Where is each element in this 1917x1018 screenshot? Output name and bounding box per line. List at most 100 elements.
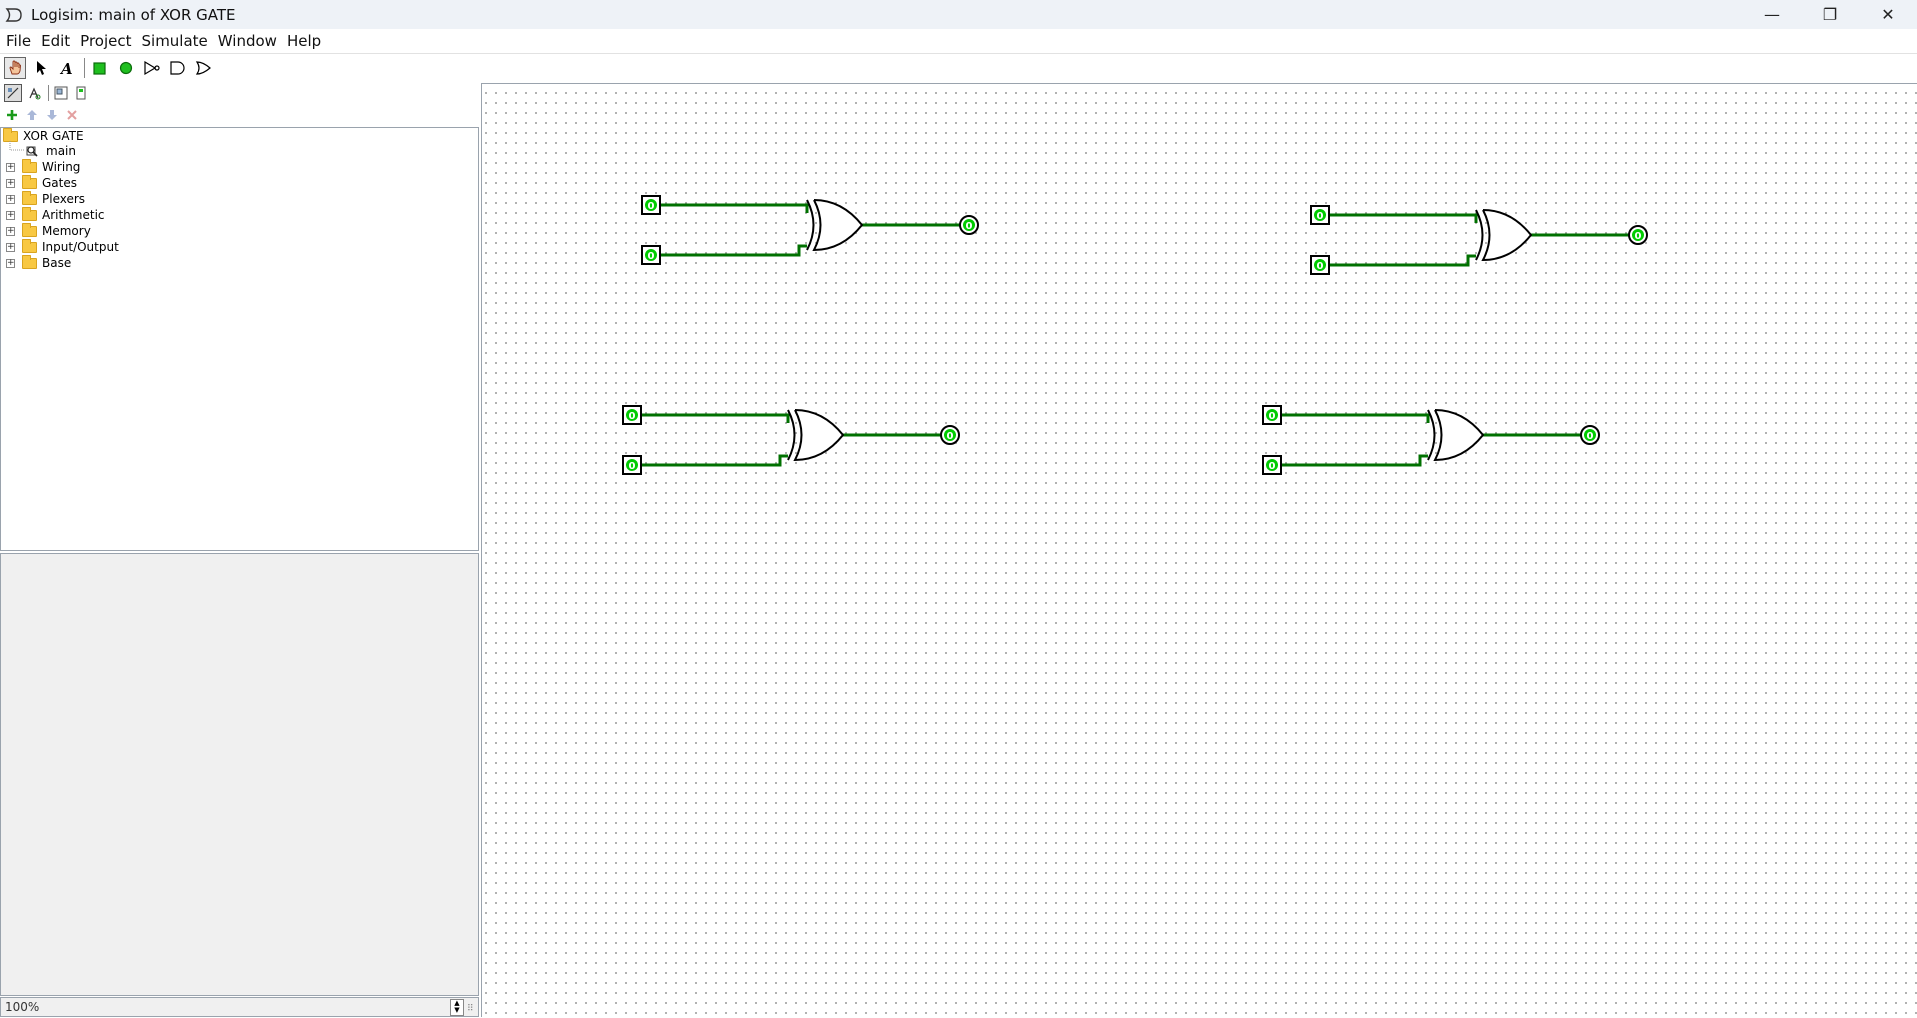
- simulation-tree-icon: [29, 87, 41, 100]
- appearance-icon: [76, 86, 86, 100]
- delete-x-icon: [67, 110, 77, 120]
- zoom-spinner[interactable]: ▲ ▼: [450, 999, 464, 1016]
- menu-window[interactable]: Window: [213, 32, 282, 50]
- menu-project[interactable]: Project: [75, 32, 136, 50]
- output-pin-icon: [119, 61, 133, 75]
- poke-tool-button[interactable]: [4, 57, 26, 79]
- xor-circuit-3: 0 0 0: [622, 405, 960, 475]
- folder-icon: [22, 238, 37, 253]
- expand-plus-icon[interactable]: +: [6, 258, 15, 268]
- tree-item-memory[interactable]: + Memory: [6, 222, 91, 239]
- and-gate-icon: [170, 61, 185, 75]
- wire: [1279, 454, 1428, 467]
- resize-grip-icon[interactable]: ⠿: [467, 1005, 477, 1015]
- input-pin-value: 0: [629, 411, 636, 422]
- attribute-panel[interactable]: [0, 553, 479, 996]
- move-down-button[interactable]: [44, 107, 60, 123]
- input-pin-tool-button[interactable]: [89, 57, 111, 79]
- or-gate-tool-button[interactable]: [193, 57, 215, 79]
- tree-item-base[interactable]: + Base: [6, 254, 72, 271]
- expand-plus-icon[interactable]: +: [6, 210, 15, 220]
- window-controls: — ❐ ✕: [1743, 0, 1917, 29]
- xor-circuit-1: 0 0 0: [641, 195, 979, 265]
- tree-item-input-output[interactable]: + Input/Output: [6, 238, 119, 255]
- xor-circuit-2: 0 0 0: [1310, 205, 1648, 275]
- tree-item-label: main: [46, 144, 76, 158]
- expand-plus-icon[interactable]: +: [6, 226, 15, 236]
- window-title: Logisim: main of XOR GATE: [31, 5, 236, 24]
- maximize-button[interactable]: ❐: [1801, 0, 1859, 29]
- main-toolbar: A: [0, 56, 480, 80]
- xor-gate-body: [793, 409, 845, 462]
- plus-icon: [7, 110, 17, 120]
- menu-simulate[interactable]: Simulate: [137, 32, 213, 50]
- wire: [658, 244, 807, 257]
- circuit-canvas[interactable]: 0 0 0 0 0 0 0 0 0 0 0 0: [481, 83, 1917, 1017]
- tree-item-gates[interactable]: + Gates: [6, 174, 77, 191]
- menu-file[interactable]: File: [0, 32, 36, 50]
- input-pin-value: 0: [1317, 261, 1324, 272]
- zoom-value[interactable]: 100%: [5, 1000, 39, 1014]
- minimize-button[interactable]: —: [1743, 0, 1801, 29]
- tree-item-wiring[interactable]: + Wiring: [6, 158, 81, 175]
- menu-edit[interactable]: Edit: [36, 32, 75, 50]
- edit-appearance-button[interactable]: [73, 85, 89, 101]
- explorer-pane[interactable]: XOR GATE main + Wiring + Gates + Plexers…: [0, 127, 479, 551]
- tree-item-main[interactable]: main: [25, 143, 76, 159]
- remove-circuit-button[interactable]: [64, 107, 80, 123]
- tree-item-label: Gates: [42, 176, 77, 190]
- folder-icon: [22, 206, 37, 221]
- view-toolbar: [0, 83, 89, 103]
- not-gate-tool-button[interactable]: [141, 57, 163, 79]
- wire: [1327, 254, 1476, 267]
- xor-gate-body: [1481, 209, 1533, 262]
- circuit-drawing: 0 0 0 0 0 0 0 0 0 0 0 0: [622, 195, 1648, 475]
- xor-circuit-4: 0 0 0: [1262, 405, 1600, 475]
- expand-plus-icon[interactable]: +: [6, 242, 15, 252]
- expand-plus-icon[interactable]: +: [6, 194, 15, 204]
- arrow-up-icon: [27, 110, 37, 120]
- folder-icon: [22, 222, 37, 237]
- wire: [639, 454, 788, 467]
- menu-bar: File Edit Project Simulate Window Help: [0, 29, 1917, 54]
- edit-layout-button[interactable]: [53, 85, 69, 101]
- or-gate-icon: [195, 61, 211, 75]
- text-a-icon: A: [59, 60, 73, 76]
- toolbox-view-button[interactable]: [4, 84, 22, 102]
- tree-project-label: XOR GATE: [23, 129, 84, 143]
- input-pin-value: 0: [1269, 461, 1276, 472]
- tree-item-label: Base: [42, 256, 72, 270]
- svg-text:A: A: [59, 60, 73, 76]
- toolbar-separator: [84, 58, 85, 78]
- input-pin-icon: [93, 62, 106, 75]
- and-gate-tool-button[interactable]: [167, 57, 189, 79]
- tree-item-label: Memory: [42, 224, 91, 238]
- expand-plus-icon[interactable]: +: [6, 162, 15, 172]
- move-up-button[interactable]: [24, 107, 40, 123]
- toolbox-icon: [7, 87, 19, 99]
- wire: [639, 413, 790, 423]
- wire: [1327, 213, 1478, 223]
- input-pin-value: 0: [648, 251, 655, 262]
- tree-item-arithmetic[interactable]: + Arithmetic: [6, 206, 105, 223]
- tree-item-plexers[interactable]: + Plexers: [6, 190, 85, 207]
- input-pin-value: 0: [1317, 211, 1324, 222]
- output-pin-value: 0: [947, 431, 954, 442]
- input-pin-value: 0: [648, 201, 655, 212]
- arrow-pointer-icon: [37, 61, 46, 75]
- title-bar: Logisim: main of XOR GATE — ❐ ✕: [0, 0, 1917, 29]
- close-button[interactable]: ✕: [1859, 0, 1917, 29]
- select-tool-button[interactable]: [30, 57, 52, 79]
- tree-item-label: Wiring: [42, 160, 81, 174]
- tree-item-label: Arithmetic: [42, 208, 105, 222]
- menu-help[interactable]: Help: [282, 32, 326, 50]
- output-pin-tool-button[interactable]: [115, 57, 137, 79]
- expand-plus-icon[interactable]: +: [6, 178, 15, 188]
- text-tool-button[interactable]: A: [56, 57, 78, 79]
- add-circuit-button[interactable]: [4, 107, 20, 123]
- output-pin-value: 0: [1635, 231, 1642, 242]
- simulation-view-button[interactable]: [26, 85, 42, 101]
- circuit-magnifier-icon: [26, 146, 38, 157]
- output-pin-value: 0: [966, 221, 973, 232]
- logisim-app-icon: [5, 7, 22, 22]
